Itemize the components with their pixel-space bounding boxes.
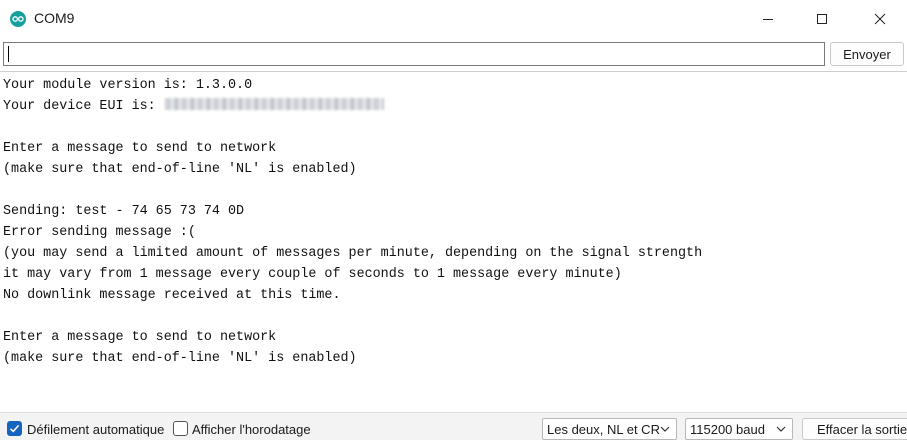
- chevron-down-icon: [776, 426, 786, 432]
- output-line: Error sending message :(: [3, 225, 196, 240]
- message-input[interactable]: [3, 42, 825, 66]
- window-title: COM9: [34, 10, 75, 26]
- output-line: (make sure that end-of-line 'NL' is enab…: [3, 351, 357, 366]
- output-line: (you may send a limited amount of messag…: [3, 246, 703, 261]
- baud-rate-value: 115200 baud: [690, 422, 765, 437]
- line-ending-value: Les deux, NL et CR: [547, 422, 660, 437]
- text-caret: [8, 46, 9, 62]
- output-line-text: Your device EUI is:: [3, 99, 164, 114]
- minimize-icon: [763, 19, 773, 20]
- maximize-icon: [817, 14, 827, 24]
- timestamp-checkbox[interactable]: [173, 421, 188, 436]
- serial-output[interactable]: Your module version is: 1.3.0.0 Your dev…: [0, 73, 907, 412]
- close-button[interactable]: [853, 0, 907, 38]
- checkmark-icon: [9, 424, 20, 433]
- output-line: No downlink message received at this tim…: [3, 288, 341, 303]
- output-line: Enter a message to send to network: [3, 330, 277, 345]
- send-bar: Envoyer: [0, 38, 907, 72]
- close-icon: [874, 13, 886, 25]
- output-line: Sending: test - 74 65 73 74 0D: [3, 204, 245, 219]
- send-button[interactable]: Envoyer: [830, 42, 904, 66]
- title-bar: COM9: [0, 0, 907, 38]
- arduino-icon: [10, 11, 26, 27]
- chevron-down-icon: [660, 426, 670, 432]
- output-line: Your module version is: 1.3.0.0: [3, 78, 253, 93]
- redacted-eui: [164, 98, 384, 110]
- autoscroll-checkbox[interactable]: [7, 421, 22, 436]
- timestamp-label[interactable]: Afficher l'horodatage: [192, 422, 311, 437]
- output-line: (make sure that end-of-line 'NL' is enab…: [3, 162, 357, 177]
- status-bar: Défilement automatique Afficher l'horoda…: [0, 412, 907, 440]
- baud-rate-select[interactable]: 115200 baud: [685, 418, 793, 440]
- clear-output-button[interactable]: Effacer la sortie: [802, 418, 907, 440]
- maximize-button[interactable]: [795, 0, 849, 38]
- output-line: Enter a message to send to network: [3, 141, 277, 156]
- autoscroll-label[interactable]: Défilement automatique: [27, 422, 164, 437]
- minimize-button[interactable]: [741, 0, 795, 38]
- output-line: Your device EUI is:: [3, 96, 384, 117]
- output-line: it may vary from 1 message every couple …: [3, 267, 622, 282]
- line-ending-select[interactable]: Les deux, NL et CR: [542, 418, 677, 440]
